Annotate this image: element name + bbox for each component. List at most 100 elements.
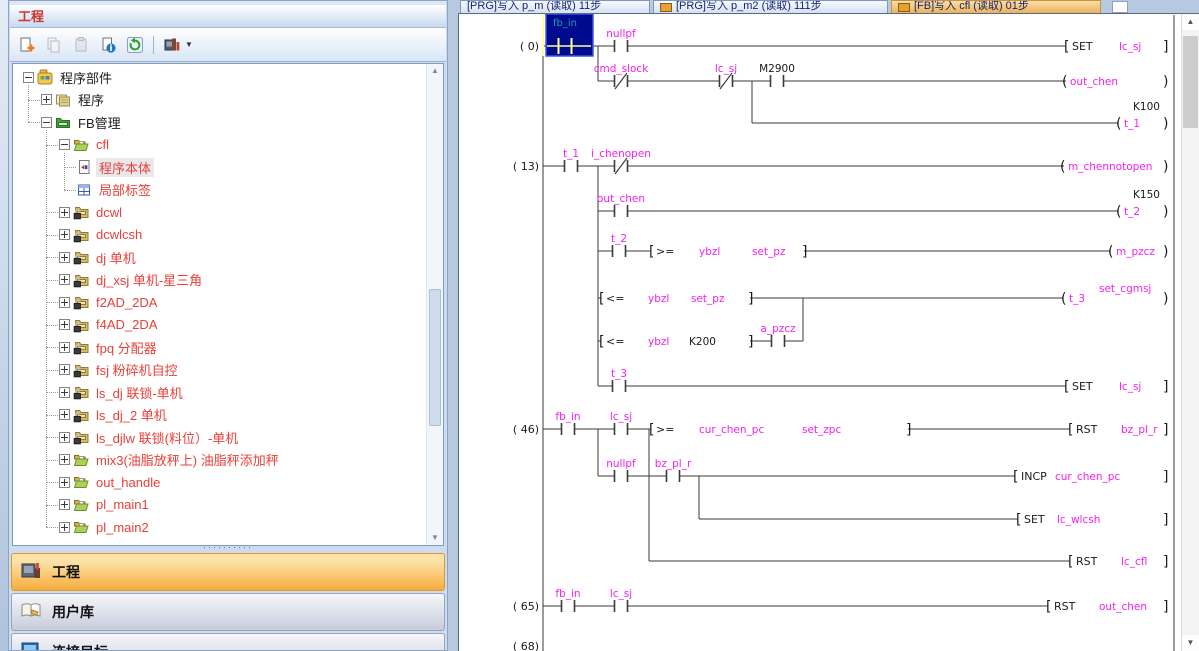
tree-connector-stub: [46, 370, 58, 371]
nav-button-project[interactable]: 工程: [11, 553, 445, 591]
tree-item-dcwlcsh[interactable]: dcwlcsh: [13, 224, 145, 246]
document-tab[interactable]: [PRG]写入 p_m (读取) 11步: [460, 0, 650, 13]
svg-text:lc_sj: lc_sj: [610, 411, 632, 423]
editor-vertical-scrollbar[interactable]: ▲ ▼: [1181, 14, 1199, 651]
tree-item-fb-[interactable]: FB管理: [13, 111, 124, 133]
tree-item-ls_dj_2-[interactable]: ls_dj_2 单机: [13, 404, 170, 426]
tree-item-label: dcwlcsh: [93, 227, 145, 242]
expand-icon[interactable]: [59, 319, 70, 330]
svg-text:>=: >=: [656, 423, 674, 436]
tree-item-f2ad_2da[interactable]: f2AD_2DA: [13, 291, 160, 313]
tree-item--[interactable]: 程序部件: [13, 66, 115, 88]
ladder-canvas[interactable]: fb_innullpfcmd_slocklc_sjM2900t_1i_cheno…: [458, 13, 1199, 651]
nav-button-user-library[interactable]: 用户库: [11, 593, 445, 631]
expand-icon[interactable]: [59, 364, 70, 375]
expand-icon[interactable]: [59, 477, 70, 488]
tree-item-ls_dj-[interactable]: ls_dj 联锁-单机: [13, 381, 186, 403]
svg-text:]: ]: [1163, 422, 1168, 438]
scroll-up-icon[interactable]: ▲: [1182, 14, 1199, 30]
tree-item--[interactable]: 程序: [13, 89, 107, 111]
locallabel-icon: [76, 182, 93, 198]
refresh-icon[interactable]: [123, 33, 147, 57]
new-item-icon[interactable]: [15, 33, 39, 57]
tree-item-f4ad_2da[interactable]: f4AD_2DA: [13, 314, 160, 336]
tree-item-fsj-[interactable]: fsj 粉碎机自控: [13, 359, 181, 381]
expand-icon[interactable]: [59, 387, 70, 398]
svg-text:( 0): ( 0): [520, 40, 539, 53]
paste-icon[interactable]: [69, 33, 93, 57]
toolbar-separator: [153, 36, 154, 54]
tree-item-mix3-[interactable]: mix3(油脂放秤上) 油脂秤添加秤: [13, 449, 282, 471]
svg-text:t_3: t_3: [611, 368, 627, 380]
tree-item-label: 程序部件: [57, 68, 115, 87]
expand-icon[interactable]: [41, 94, 52, 105]
item-info-icon[interactable]: [96, 33, 120, 57]
svg-text:SET: SET: [1072, 40, 1093, 53]
expand-icon[interactable]: [59, 274, 70, 285]
project-tree: ▲ ▼ 程序部件程序FB管理cfl程序本体局部标签dcwl dcwlcsh dj 单…: [12, 63, 444, 546]
expand-icon[interactable]: [59, 454, 70, 465]
scroll-down-icon[interactable]: ▼: [1182, 635, 1199, 651]
tree-item--[interactable]: 局部标签: [13, 179, 154, 201]
fbopen-icon: [73, 452, 90, 468]
dropdown-arrow-icon[interactable]: ▼: [185, 40, 193, 49]
tree-item-ls_djlw-[interactable]: ls_djlw 联锁(料位）-单机: [13, 426, 241, 448]
ladder-editor-pane: [PRG]写入 p_m (读取) 11步[PRG]写入 p_m2 (读取) 11…: [458, 0, 1199, 651]
svg-text:lc_wlcsh: lc_wlcsh: [1057, 514, 1100, 526]
svg-text:cur_chen_pc: cur_chen_pc: [699, 424, 764, 436]
tree-item-out_handle[interactable]: out_handle: [13, 471, 163, 493]
tree-scroll-down-icon[interactable]: ▼: [427, 531, 443, 545]
svg-text:out_chen: out_chen: [1099, 601, 1147, 613]
svg-text:[: [: [649, 244, 654, 260]
svg-text:(: (: [1116, 204, 1121, 220]
svg-text:RST: RST: [1076, 423, 1098, 436]
tree-item--[interactable]: 程序本体: [13, 156, 154, 178]
panel-splitter[interactable]: ··········: [9, 544, 447, 553]
collapse-icon[interactable]: [59, 139, 70, 150]
tree-item-dj-[interactable]: dj 单机: [13, 246, 139, 268]
tree-connector-stub: [46, 280, 58, 281]
svg-text:[: [: [1064, 379, 1069, 395]
expand-icon[interactable]: [59, 432, 70, 443]
expand-icon[interactable]: [59, 207, 70, 218]
svg-text:cmd_slock: cmd_slock: [594, 63, 650, 75]
expand-icon[interactable]: [59, 342, 70, 353]
expand-icon[interactable]: [59, 522, 70, 533]
tree-scrollbar-thumb[interactable]: [429, 289, 441, 426]
tree-item-dj_xsj-[interactable]: dj_xsj 单机-星三角: [13, 269, 205, 291]
collapse-icon[interactable]: [41, 117, 52, 128]
expand-icon[interactable]: [59, 252, 70, 263]
document-tab[interactable]: [PRG]写入 p_m2 (读取) 111步: [653, 0, 888, 13]
svg-text:nullpf: nullpf: [606, 458, 636, 470]
expand-icon[interactable]: [59, 409, 70, 420]
svg-text:]: ]: [906, 422, 911, 438]
tree-item-pl_main2[interactable]: pl_main2: [13, 516, 152, 538]
tree-item-fpq-[interactable]: fpq 分配器: [13, 336, 160, 358]
svg-text:[: [: [599, 291, 604, 307]
svg-text:INCP: INCP: [1021, 470, 1047, 483]
display-mode-icon[interactable]: [160, 33, 184, 57]
tree-item-cfl[interactable]: cfl: [13, 134, 112, 156]
copy-icon[interactable]: [42, 33, 66, 57]
svg-text:]: ]: [1163, 599, 1168, 615]
tree-scroll-up-icon[interactable]: ▲: [427, 64, 443, 78]
expand-icon[interactable]: [59, 297, 70, 308]
svg-text:m_pzcz: m_pzcz: [1116, 246, 1155, 258]
tree-scrollbar[interactable]: ▲ ▼: [426, 64, 443, 545]
expand-icon[interactable]: [59, 229, 70, 240]
fblock-icon: [73, 204, 90, 220]
editor-scrollbar-thumb[interactable]: [1183, 36, 1198, 128]
tree-item-label: pl_main2: [93, 520, 152, 535]
collapse-icon[interactable]: [23, 72, 34, 83]
tree-item-pl_main1[interactable]: pl_main1: [13, 494, 152, 516]
svg-text:]: ]: [1163, 512, 1168, 528]
program-icon: [55, 92, 72, 108]
svg-text:t_2: t_2: [1124, 206, 1140, 218]
tab-scroll-box[interactable]: [1112, 1, 1128, 13]
nav-button-connection[interactable]: 连接目标: [11, 633, 445, 650]
tree-item-dcwl[interactable]: dcwl: [13, 201, 125, 223]
nav-button-label: 连接目标: [52, 642, 108, 650]
expand-icon[interactable]: [59, 499, 70, 510]
svg-text:fb_in: fb_in: [555, 411, 580, 423]
document-tab[interactable]: [FB]写入 cfl (读取) 01步: [891, 0, 1101, 13]
